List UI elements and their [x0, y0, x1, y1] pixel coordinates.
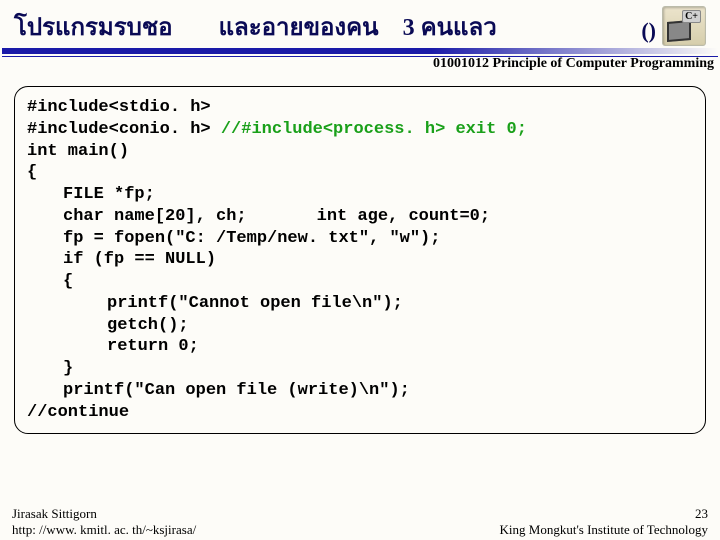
code-line: #include<conio. h> //#include<process. h…: [27, 119, 693, 141]
slide-header: โปรแกรมรบชอ และอายของคน 3 คนแลว (): [0, 0, 720, 48]
code-line: return 0;: [27, 336, 693, 358]
code-line: printf("Can open file (write)\n");: [27, 380, 693, 402]
author-url: http: //www. kmitl. ac. th/~ksjirasa/: [12, 522, 196, 538]
code-listing: #include<stdio. h> #include<conio. h> //…: [14, 86, 706, 434]
graduation-cap-icon: [667, 20, 691, 42]
code-line: //continue: [27, 402, 693, 424]
code-line: #include<stdio. h>: [27, 97, 693, 119]
code-line: {: [27, 271, 693, 293]
gradient-rule: [2, 48, 718, 54]
code-text: char name[20], ch;: [63, 207, 247, 226]
code-text: #include<conio. h>: [27, 120, 221, 139]
code-text: #include<stdio. h>: [27, 98, 211, 117]
title-segment-3: 3 คนแลว: [403, 15, 497, 41]
footer-right: 23 King Mongkut's Institute of Technolog…: [500, 506, 708, 539]
author-name: Jirasak Sittigorn: [12, 506, 196, 522]
course-code-line: 01001012 Principle of Computer Programmi…: [0, 56, 720, 74]
code-line: getch();: [27, 315, 693, 337]
footer-left: Jirasak Sittigorn http: //www. kmitl. ac…: [12, 506, 196, 539]
title-segment-2: และอายของคน: [219, 15, 379, 41]
code-line: int main(): [27, 141, 693, 163]
slide-title: โปรแกรมรบชอ และอายของคน 3 คนแลว: [14, 7, 623, 46]
code-text: int age, count=0;: [317, 207, 490, 226]
code-line: printf("Cannot open file\n");: [27, 293, 693, 315]
code-line: {: [27, 162, 693, 184]
code-line: char name[20], ch; int age, count=0;: [27, 206, 693, 228]
institution-name: King Mongkut's Institute of Technology: [500, 522, 708, 537]
code-comment: //#include<process. h> exit 0;: [221, 120, 527, 139]
code-line: }: [27, 358, 693, 380]
title-parens: (): [641, 18, 656, 44]
code-line: fp = fopen("C: /Temp/new. txt", "w");: [27, 228, 693, 250]
slide-footer: Jirasak Sittigorn http: //www. kmitl. ac…: [0, 506, 720, 539]
code-line: FILE *fp;: [27, 184, 693, 206]
title-segment-1: โปรแกรมรบชอ: [14, 15, 173, 41]
page-number: 23: [500, 506, 708, 522]
code-line: if (fp == NULL): [27, 249, 693, 271]
cpp-badge-icon: [662, 6, 706, 46]
